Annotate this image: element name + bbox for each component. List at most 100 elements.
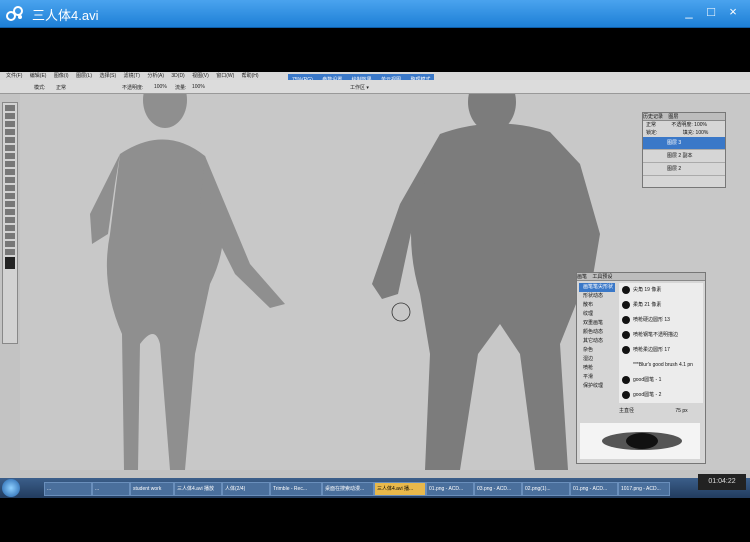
brush-option[interactable]: 纹理 [579, 310, 615, 319]
brush-preset[interactable]: ***Blur's good brush 4.1 pn [619, 358, 703, 373]
taskbar-item[interactable]: ... [92, 482, 130, 496]
tool-marquee[interactable] [5, 113, 15, 119]
layers-panel: 历史记录 图层 正常 不透明度: 100% 锁定: 填充: 100% 图层 3 … [642, 112, 726, 188]
tab-brushes[interactable]: 画笔 [577, 274, 587, 280]
brush-preset[interactable]: 喷枪硬边圆形 13 [619, 313, 703, 328]
menu-analysis[interactable]: 分析(A) [147, 73, 164, 79]
menu-window[interactable]: 窗口(W) [216, 73, 234, 79]
brush-preset[interactable]: good圆笔 - 1 [619, 373, 703, 388]
menu-view[interactable]: 视图(V) [192, 73, 209, 79]
opacity-input[interactable]: 100% [154, 84, 167, 90]
tab-history[interactable]: 历史记录 [643, 114, 663, 120]
taskbar-item[interactable]: 三人体4.avi 播放 [174, 482, 222, 496]
maximize-button[interactable]: □ [702, 4, 720, 20]
foreground-color[interactable] [5, 257, 15, 269]
menu-file[interactable]: 文件(F) [6, 73, 22, 79]
tool-crop[interactable] [5, 137, 15, 143]
brush-option[interactable]: 杂色 [579, 346, 615, 355]
mode-select[interactable]: 正常 [56, 84, 66, 91]
taskbar-item[interactable]: 桌面在搜索动漫... [322, 482, 374, 496]
taskbar-item[interactable]: 人体(2/4) [222, 482, 270, 496]
brush-preset[interactable]: 尖角 19 像素 [619, 283, 703, 298]
brush-option[interactable]: 形状动态 [579, 292, 615, 301]
brush-preset-label: 喷枪钢笔不透明描边 [633, 332, 679, 338]
taskbar-item[interactable]: 02.png(1)... [522, 482, 570, 496]
brush-preset[interactable]: 喷枪钢笔不透明描边 [619, 328, 703, 343]
brush-option[interactable]: 湿边 [579, 355, 615, 364]
brush-tip-icon [622, 331, 630, 339]
taskbar-item[interactable]: 1017.png - ACD... [618, 482, 670, 496]
stroke-preview-graphic [602, 432, 682, 450]
toolbox [2, 102, 18, 344]
menu-select[interactable]: 选择(S) [99, 73, 116, 79]
menu-3d[interactable]: 3D(D) [171, 73, 184, 79]
tool-stamp[interactable] [5, 169, 15, 175]
tool-gradient[interactable] [5, 193, 15, 199]
taskbar-item[interactable]: 03.png - ACD... [474, 482, 522, 496]
menu-filter[interactable]: 滤镜(T) [124, 73, 140, 79]
brush-tip-icon [622, 346, 630, 354]
brush-tip-icon [622, 391, 630, 399]
tab-tool-presets[interactable]: 工具预设 [592, 274, 612, 280]
master-diameter-input[interactable]: 75 px [675, 408, 687, 414]
tool-history[interactable] [5, 177, 15, 183]
taskbar-item[interactable]: Trimble - Rec... [270, 482, 322, 496]
tool-eraser[interactable] [5, 185, 15, 191]
tool-hand[interactable] [5, 241, 15, 247]
brush-option[interactable]: 画笔笔尖形状 [579, 283, 615, 292]
brush-cursor [391, 302, 411, 322]
workspace-menu[interactable]: 工作区 ▾ [350, 84, 369, 91]
tab-layers[interactable]: 图层 [668, 114, 678, 120]
brush-preset-label: 喷枪硬边圆形 13 [633, 317, 670, 323]
layer-opacity[interactable]: 不透明度: 100% [671, 122, 707, 128]
tool-zoom[interactable] [5, 249, 15, 255]
layer-row[interactable]: 图层 2 副本 [643, 150, 725, 163]
brush-preset[interactable]: 柔角 21 像素 [619, 298, 703, 313]
menu-edit[interactable]: 编辑(E) [30, 73, 47, 79]
brush-option[interactable]: 平滑 [579, 373, 615, 382]
taskbar-item-active[interactable]: 三人体4.avi 播... [374, 482, 426, 496]
taskbar-item[interactable]: student work [130, 482, 174, 496]
start-button[interactable] [2, 479, 20, 497]
taskbar-item[interactable]: ... [44, 482, 92, 496]
menu-image[interactable]: 图像(I) [54, 73, 69, 79]
tool-heal[interactable] [5, 153, 15, 159]
layer-fill[interactable]: 填充: 100% [683, 130, 709, 136]
taskbar-item[interactable]: 01.png - ACD... [426, 482, 474, 496]
tool-wand[interactable] [5, 129, 15, 135]
brush-option[interactable]: 喷枪 [579, 364, 615, 373]
master-diameter-label: 主直径 [619, 408, 635, 414]
layer-row[interactable]: 图层 3 [643, 137, 725, 150]
tool-pen[interactable] [5, 209, 15, 215]
window-title: 三人体4.avi [32, 8, 99, 23]
close-button[interactable]: × [724, 4, 742, 20]
app-logo-icon [6, 6, 23, 21]
tool-text[interactable] [5, 217, 15, 223]
brush-option[interactable]: 散布 [579, 301, 615, 310]
tool-dodge[interactable] [5, 201, 15, 207]
layer-name: 图层 3 [667, 140, 682, 146]
menu-help[interactable]: 帮助(H) [242, 73, 259, 79]
layer-row[interactable]: 图层 2 [643, 163, 725, 176]
brush-option[interactable]: 保护纹理 [579, 382, 615, 391]
brush-preset-label: 喷枪柔边圆形 17 [633, 347, 670, 353]
tool-lasso[interactable] [5, 121, 15, 127]
taskbar-item[interactable]: 01.png - ACD... [570, 482, 618, 496]
tool-path[interactable] [5, 225, 15, 231]
tool-brush[interactable] [5, 161, 15, 167]
flow-input[interactable]: 100% [192, 84, 205, 90]
menu-layer[interactable]: 图层(L) [76, 73, 92, 79]
brush-option[interactable]: 其它动态 [579, 337, 615, 346]
tool-shape[interactable] [5, 233, 15, 239]
brush-option[interactable]: 双重画笔 [579, 319, 615, 328]
opacity-label: 不透明度: [122, 85, 144, 91]
tool-eyedropper[interactable] [5, 145, 15, 151]
brush-preset[interactable]: 喷枪柔边圆形 17 [619, 343, 703, 358]
minimize-button[interactable]: _ [680, 4, 698, 20]
brush-preset-label: good圆笔 - 1 [633, 377, 662, 383]
blend-mode-select[interactable]: 正常 [646, 122, 656, 128]
tool-move[interactable] [5, 105, 15, 111]
brush-preset[interactable]: good圆笔 - 2 [619, 388, 703, 403]
brush-option[interactable]: 颜色动态 [579, 328, 615, 337]
female-figure [90, 94, 285, 470]
